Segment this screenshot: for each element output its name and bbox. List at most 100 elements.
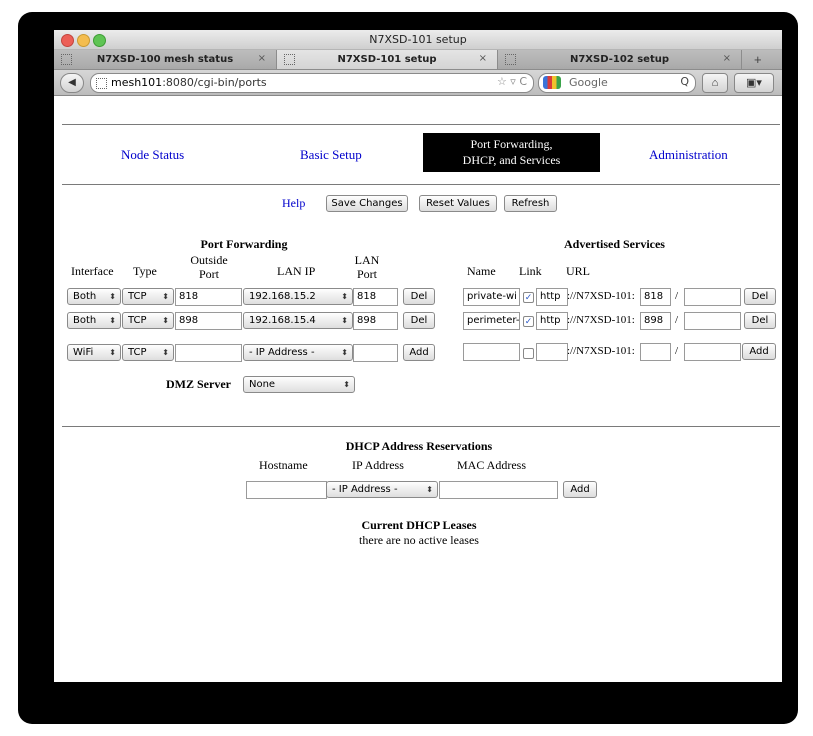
lan-ip-select[interactable]: 192.168.15.2 ⬍ xyxy=(243,288,353,305)
url-host-text: ://N7XSD-101: xyxy=(567,345,635,357)
tab-strip: N7XSD-100 mesh status × N7XSD-101 setup … xyxy=(54,50,782,70)
address-bar[interactable]: mesh101:8080/cgi-bin/ports ☆ ▿ C xyxy=(90,73,534,93)
protocol-input[interactable] xyxy=(536,343,568,361)
home-button[interactable]: ⌂ xyxy=(702,73,728,93)
add-button[interactable]: Add xyxy=(403,344,435,361)
service-port-input[interactable]: 818 xyxy=(640,288,671,306)
mac-address-input[interactable] xyxy=(439,481,558,499)
service-path-input[interactable] xyxy=(684,288,741,306)
nav-node-status[interactable]: Node Status xyxy=(121,147,184,163)
col-hostname: Hostname xyxy=(259,458,308,472)
nav-administration[interactable]: Administration xyxy=(649,147,728,163)
back-button[interactable]: ◀ xyxy=(60,73,84,93)
search-box[interactable]: Google Q xyxy=(538,73,696,93)
select-arrow-icon: ⬍ xyxy=(162,348,169,357)
navigation-toolbar: ◀ mesh101:8080/cgi-bin/ports ☆ ▿ C Googl… xyxy=(54,70,782,96)
divider xyxy=(62,426,780,427)
search-placeholder: Google xyxy=(569,76,608,89)
lan-port-input[interactable] xyxy=(353,344,398,362)
services-title: Advertised Services xyxy=(564,237,665,251)
lan-ip-value: 192.168.15.4 xyxy=(249,315,316,326)
tab-101-setup[interactable]: N7XSD-101 setup × xyxy=(277,50,498,69)
select-arrow-icon: ⬍ xyxy=(341,316,348,325)
select-arrow-icon: ⬍ xyxy=(162,292,169,301)
lan-ip-select[interactable]: 192.168.15.4 ⬍ xyxy=(243,312,353,329)
tab-close-icon[interactable]: × xyxy=(258,53,266,64)
link-checkbox[interactable]: ✓ xyxy=(523,292,534,303)
protocol-input[interactable]: http xyxy=(536,288,568,306)
google-logo-icon[interactable] xyxy=(543,76,561,89)
service-name-input[interactable] xyxy=(463,343,520,361)
nav-port-forwarding[interactable]: Port Forwarding, DHCP, and Services xyxy=(423,133,600,172)
dhcp-ip-select[interactable]: - IP Address - ⬍ xyxy=(326,481,438,498)
delete-button[interactable]: Del xyxy=(744,288,776,305)
col-outside-port-l1: Outside xyxy=(190,253,228,267)
tab-close-icon[interactable]: × xyxy=(723,53,731,64)
lan-ip-value: 192.168.15.2 xyxy=(249,291,316,302)
bookmark-reload-icons[interactable]: ☆ ▿ C xyxy=(497,75,527,88)
link-checkbox[interactable]: ✓ xyxy=(523,316,534,327)
type-select[interactable]: TCP ⬍ xyxy=(122,288,174,305)
tab-label: N7XSD-100 mesh status xyxy=(96,54,234,65)
lan-ip-value: - IP Address - xyxy=(249,347,315,358)
link-checkbox[interactable] xyxy=(523,348,534,359)
window-title: N7XSD-101 setup xyxy=(369,33,467,46)
save-changes-button[interactable]: Save Changes xyxy=(326,195,408,212)
service-path-input[interactable] xyxy=(684,312,741,330)
dmz-value: None xyxy=(249,379,276,390)
col-ip-address: IP Address xyxy=(352,458,404,472)
extensions-button[interactable]: ▣▾ xyxy=(734,73,774,93)
col-interface: Interface xyxy=(71,264,114,278)
service-name-input[interactable]: perimeter- xyxy=(463,312,520,330)
divider xyxy=(62,124,780,125)
hostname-input[interactable] xyxy=(246,481,327,499)
interface-select[interactable]: Both ⬍ xyxy=(67,312,121,329)
reset-values-button[interactable]: Reset Values xyxy=(419,195,497,212)
service-port-input[interactable] xyxy=(640,343,671,361)
delete-button[interactable]: Del xyxy=(744,312,776,329)
service-path-input[interactable] xyxy=(684,343,741,361)
select-arrow-icon: ⬍ xyxy=(343,380,350,389)
url-text: mesh101:8080/cgi-bin/ports xyxy=(111,76,267,89)
lan-port-input[interactable]: 818 xyxy=(353,288,398,306)
interface-select[interactable]: Both ⬍ xyxy=(67,288,121,305)
col-link: Link xyxy=(519,264,542,278)
lan-ip-select[interactable]: - IP Address - ⬍ xyxy=(243,344,353,361)
service-name-input[interactable]: private-wi xyxy=(463,288,520,306)
col-lan-port: LAN Port xyxy=(342,253,392,281)
add-button[interactable]: Add xyxy=(563,481,597,498)
new-tab-button[interactable]: + xyxy=(754,52,762,67)
col-lan-port-l2: Port xyxy=(356,267,377,281)
type-select[interactable]: TCP ⬍ xyxy=(122,312,174,329)
interface-value: Both xyxy=(73,291,97,302)
interface-value: Both xyxy=(73,315,97,326)
col-outside-port-l2: Port xyxy=(198,267,219,281)
tab-102-setup[interactable]: N7XSD-102 setup × xyxy=(498,50,742,69)
search-icon[interactable]: Q xyxy=(680,75,689,88)
dmz-select[interactable]: None ⬍ xyxy=(243,376,355,393)
leases-title: Current DHCP Leases xyxy=(361,518,477,532)
help-link[interactable]: Help xyxy=(282,196,305,211)
interface-select[interactable]: WiFi ⬍ xyxy=(67,344,121,361)
outside-port-input[interactable] xyxy=(175,344,242,362)
add-button[interactable]: Add xyxy=(742,343,776,360)
page-content: Node Status Basic Setup Port Forwarding,… xyxy=(54,96,782,682)
service-port-input[interactable]: 898 xyxy=(640,312,671,330)
tab-mesh-status[interactable]: N7XSD-100 mesh status × xyxy=(54,50,277,69)
outside-port-input[interactable]: 818 xyxy=(175,288,242,306)
protocol-input[interactable]: http xyxy=(536,312,568,330)
outside-port-input[interactable]: 898 xyxy=(175,312,242,330)
select-arrow-icon: ⬍ xyxy=(109,348,116,357)
url-path: :8080/cgi-bin/ports xyxy=(162,76,267,89)
refresh-button[interactable]: Refresh xyxy=(504,195,557,212)
tab-label: N7XSD-102 setup xyxy=(569,54,670,65)
url-host: mesh101 xyxy=(111,76,163,89)
delete-button[interactable]: Del xyxy=(403,288,435,305)
tab-close-icon[interactable]: × xyxy=(479,53,487,64)
type-select[interactable]: TCP ⬍ xyxy=(122,344,174,361)
divider xyxy=(62,184,780,185)
delete-button[interactable]: Del xyxy=(403,312,435,329)
select-arrow-icon: ⬍ xyxy=(341,348,348,357)
lan-port-input[interactable]: 898 xyxy=(353,312,398,330)
nav-basic-setup[interactable]: Basic Setup xyxy=(300,147,362,163)
